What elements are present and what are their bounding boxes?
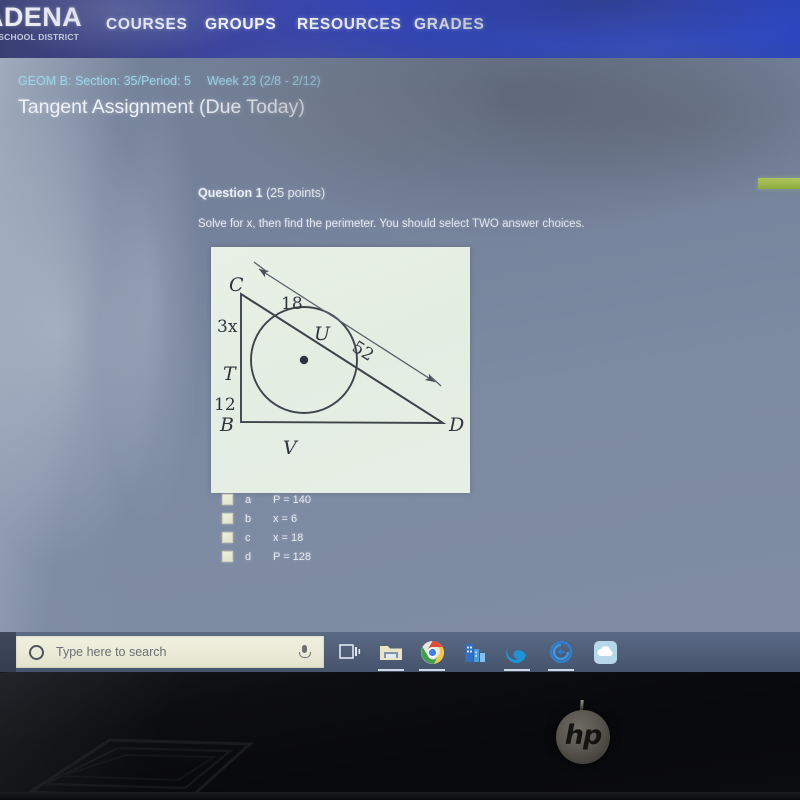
store-icon[interactable] [455, 636, 495, 668]
label-12: 12 [214, 395, 236, 415]
nav-link-resources[interactable]: RESOURCES [297, 16, 401, 34]
breadcrumb-course[interactable]: GEOM B: Section: 35/Period: 5 [18, 74, 191, 88]
label-T: T [223, 363, 237, 385]
answer-text-b: x = 6 [273, 512, 298, 525]
label-U: U [314, 323, 331, 345]
question-number: Question 1 [198, 186, 263, 200]
keyboard-reflection [25, 738, 254, 800]
dimension-tick-end [429, 375, 442, 387]
answer-choices: a P = 140 b x = 6 c x = 18 d P = 128 [222, 490, 472, 566]
question-prompt: Solve for x, then find the perimeter. Yo… [198, 218, 585, 230]
answer-option-a[interactable]: a P = 140 [222, 490, 472, 509]
hp-logo: hp [556, 710, 610, 764]
answer-text-c: x = 18 [273, 531, 304, 544]
logo-name-text: ADENA [0, 2, 83, 32]
question-block: Question 1 (25 points) Solve for x, then… [198, 186, 718, 230]
sync-icon[interactable] [541, 636, 581, 671]
circle-center-dot [299, 355, 309, 365]
answer-letter-a: a [245, 493, 252, 506]
question-heading: Question 1 (25 points) [198, 186, 718, 200]
page-title: Tangent Assignment (Due Today) [18, 96, 305, 118]
label-C: C [229, 274, 244, 296]
file-explorer-icon[interactable] [371, 636, 411, 671]
cloud-icon[interactable] [585, 636, 625, 668]
breadcrumb-week[interactable]: Week 23 (2/8 - 2/12) [207, 74, 321, 88]
answer-option-b[interactable]: b x = 6 [222, 509, 472, 528]
nav-link-groups[interactable]: GROUPS [205, 16, 276, 34]
answer-letter-b: b [245, 512, 252, 525]
microphone-icon[interactable] [298, 644, 311, 660]
start-button[interactable] [0, 632, 16, 672]
laptop-bezel [0, 672, 800, 800]
label-D: D [448, 414, 464, 436]
checkbox-c[interactable] [222, 532, 233, 543]
label-18: 18 [281, 294, 303, 314]
search-circle-icon [29, 644, 44, 660]
answer-option-c[interactable]: c x = 18 [222, 528, 472, 547]
checkbox-d[interactable] [222, 551, 233, 562]
top-navigation-bar: ADENA NT SCHOOL DISTRICT COURSES GROUPS … [0, 0, 800, 58]
dimension-line-52 [258, 268, 436, 383]
answer-letter-c: c [245, 531, 251, 544]
answer-option-d[interactable]: d P = 128 [222, 547, 472, 566]
logo-subtitle-text: NT SCHOOL DISTRICT [0, 32, 80, 42]
edge-icon[interactable] [497, 636, 537, 671]
course-header: GEOM B: Section: 35/Period: 5 Week 23 (2… [0, 58, 800, 130]
nav-link-courses[interactable]: COURSES [106, 16, 188, 34]
question-points: (25 points) [266, 186, 326, 200]
answer-text-d: P = 128 [273, 550, 312, 563]
label-B: B [219, 414, 234, 436]
answer-text-a: P = 140 [273, 493, 312, 506]
answer-letter-d: d [245, 550, 252, 563]
laptop-photo: ADENA NT SCHOOL DISTRICT COURSES GROUPS … [0, 0, 800, 800]
geometry-figure[interactable]: C 3x T 12 B V D 18 U 52 [211, 247, 470, 493]
search-placeholder-text: Type here to search [56, 645, 167, 659]
geometry-diagram-svg: C 3x T 12 B V D 18 U 52 [214, 261, 464, 459]
nav-link-grades[interactable]: GRADES [414, 16, 485, 34]
search-input[interactable]: Type here to search [16, 636, 324, 668]
checkbox-a[interactable] [222, 494, 233, 505]
label-V: V [283, 437, 299, 459]
windows-taskbar: Type here to search [0, 632, 800, 672]
task-view-icon[interactable] [330, 636, 370, 668]
district-logo[interactable]: ADENA NT SCHOOL DISTRICT [0, 4, 102, 42]
label-3x: 3x [217, 317, 238, 337]
laptop-screen: ADENA NT SCHOOL DISTRICT COURSES GROUPS … [0, 0, 800, 672]
highlight-bar [758, 178, 800, 189]
breadcrumb: GEOM B: Section: 35/Period: 5 Week 23 (2… [18, 74, 321, 88]
bezel-bottom-edge [0, 792, 800, 800]
chrome-icon[interactable] [412, 636, 452, 671]
checkbox-b[interactable] [222, 513, 233, 524]
hp-logo-text: hp [564, 720, 603, 751]
hypotenuse-cd [240, 293, 444, 424]
